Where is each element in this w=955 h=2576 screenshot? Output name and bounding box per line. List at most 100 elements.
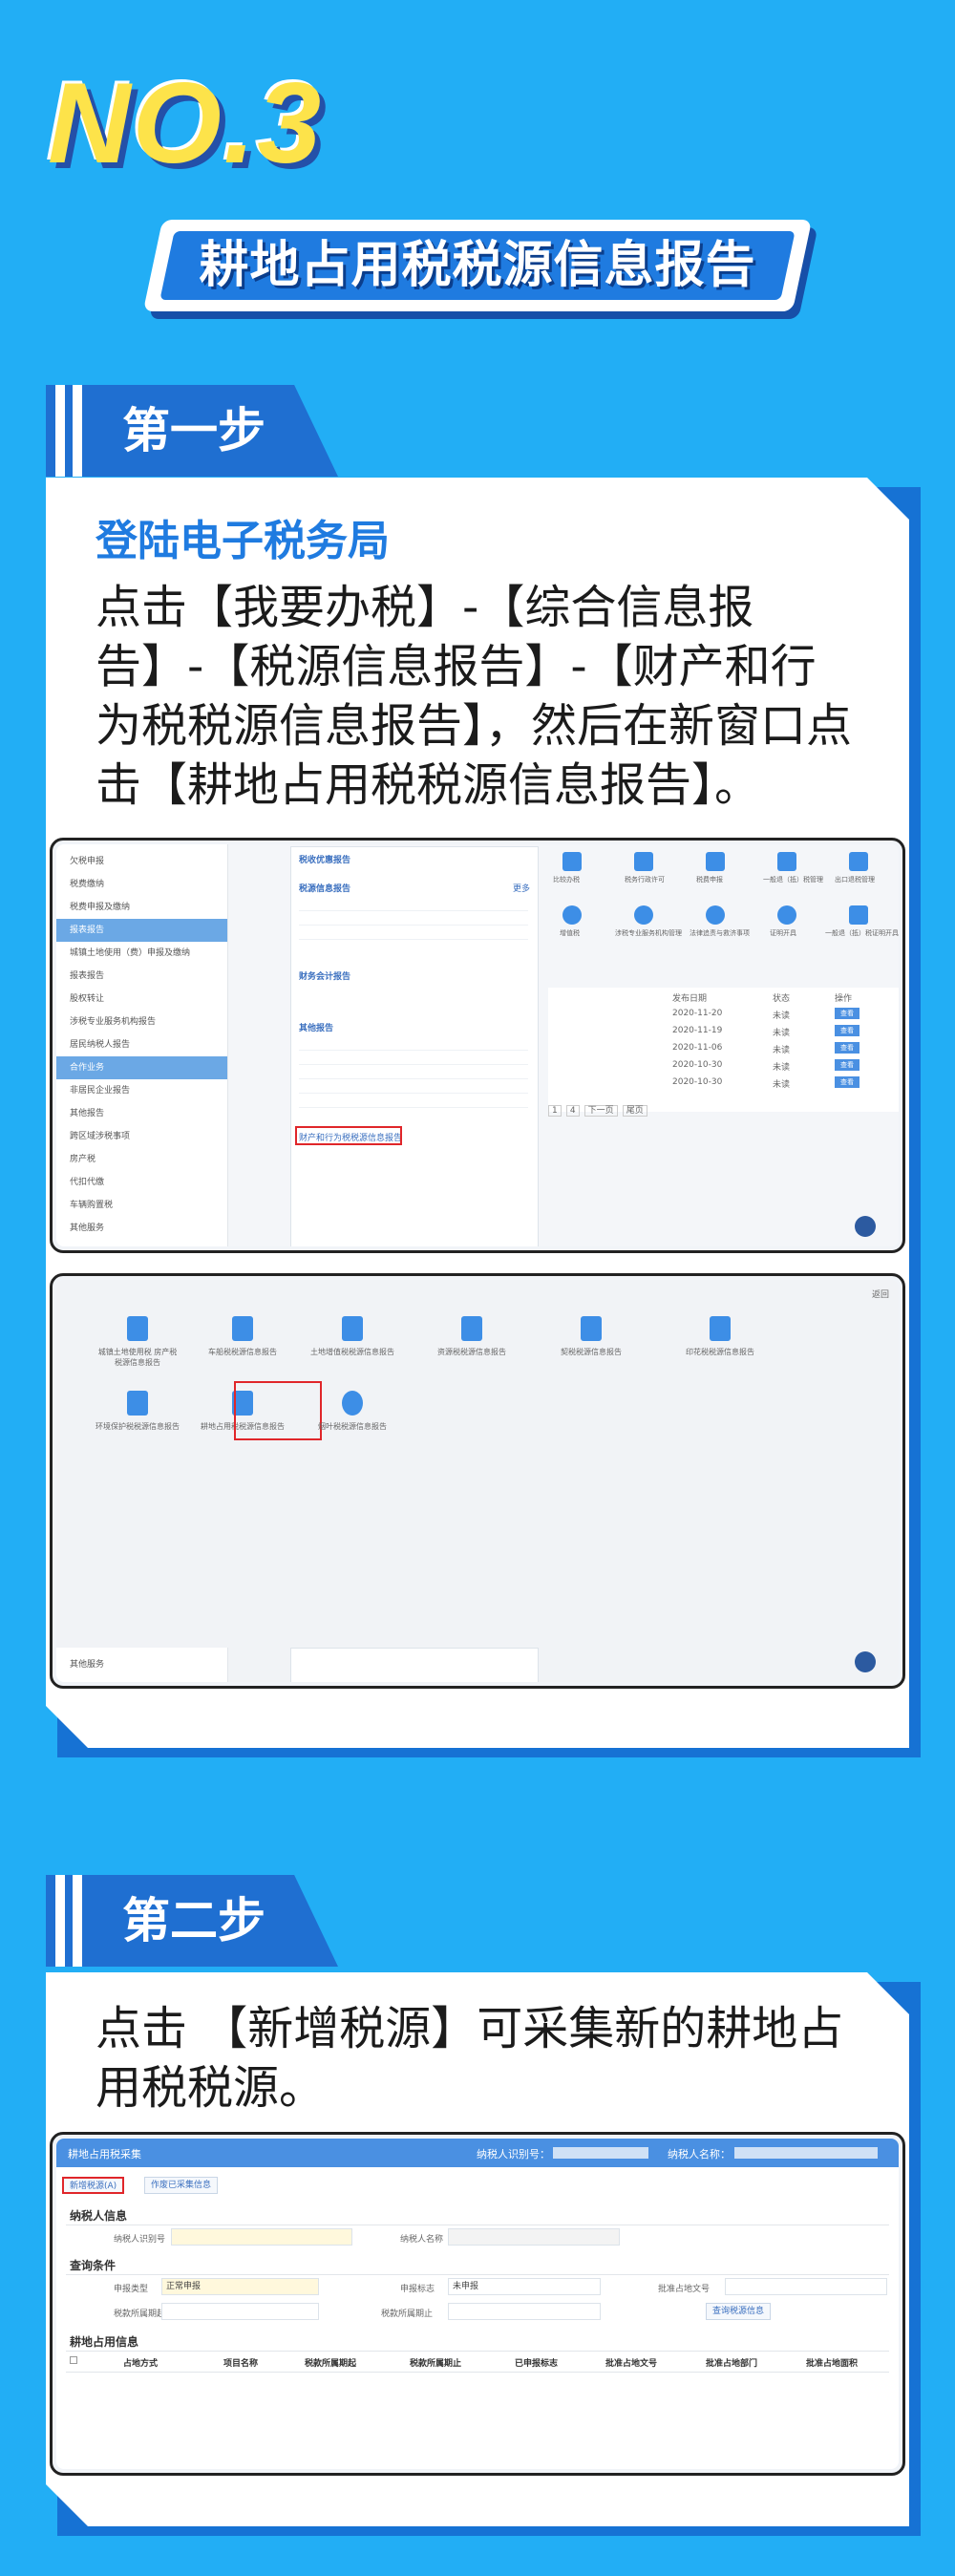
col-header: 批准占地文号 [605, 2359, 658, 2369]
tile[interactable]: 印花税税源信息报告 [677, 1309, 763, 1385]
step1-instructions: 点击【我要办税】-【综合信息报告】-【税源信息报告】-【财产和行为税税源信息报告… [96, 581, 853, 812]
quick-icon[interactable] [634, 905, 653, 925]
assistant-robot-icon[interactable] [855, 1216, 876, 1237]
name-field[interactable] [448, 2228, 620, 2246]
page-1[interactable]: 1 [548, 1105, 562, 1117]
sidebar-item[interactable]: 其他服务 [56, 1653, 227, 1676]
col-header: 税款所属期止 [410, 2359, 462, 2369]
view-button[interactable]: 查看 [835, 1076, 860, 1088]
tile[interactable]: 土地增值税税源信息报告 [309, 1309, 395, 1385]
menu-heading: 财务会计报告 [299, 972, 351, 982]
search-source-button[interactable]: 查询税源信息 [706, 2303, 772, 2320]
col-header: 批准占地部门 [706, 2359, 758, 2369]
label-decl-flag: 申报标志 [400, 2285, 435, 2294]
quick-icon[interactable] [562, 905, 582, 925]
th-date: 发布日期 [672, 994, 708, 1004]
quick-label: 增值税 [560, 929, 580, 937]
sidebar: 欠税申报 税费缴纳 税费申报及缴纳 报表报告 城镇土地使用（费）申报及缴纳 报表… [56, 844, 228, 1246]
sidebar-footer: 其他服务 [56, 1648, 228, 1682]
view-button[interactable]: 查看 [835, 1042, 860, 1054]
row-status: 未读 [773, 1046, 791, 1055]
tile[interactable]: 环境保护税税源信息报告 [95, 1383, 180, 1459]
tile[interactable]: 车船税税源信息报告 [200, 1309, 286, 1385]
decl-type-select[interactable]: 正常申报 [161, 2278, 319, 2295]
tile[interactable]: 资源税税源信息报告 [429, 1309, 515, 1385]
sidebar-item-active[interactable]: 报表报告 [56, 919, 227, 942]
label-taxno: 纳税人识别号 [114, 2235, 166, 2245]
decl-flag-select[interactable]: 未申报 [448, 2278, 601, 2295]
sidebar-item[interactable]: 欠税申报 [56, 850, 227, 873]
sidebar-item[interactable]: 房产税 [56, 1148, 227, 1171]
col-header: 批准占地面积 [806, 2359, 859, 2369]
quick-icon[interactable] [706, 852, 725, 871]
bar-chart-icon [581, 1316, 602, 1341]
quick-icon[interactable] [706, 905, 725, 925]
sidebar-item[interactable]: 车辆购置税 [56, 1194, 227, 1217]
sidebar-item[interactable]: 跨区域涉税事项 [56, 1125, 227, 1148]
menu-heading: 税源信息报告 [299, 884, 351, 894]
step2-instructions: 点击 【新增税源】可采集新的耕地占用税税源。 [96, 2002, 844, 2115]
quick-icon[interactable] [777, 905, 796, 925]
screenshot-menu: 欠税申报 税费缴纳 税费申报及缴纳 报表报告 城镇土地使用（费）申报及缴纳 报表… [50, 838, 905, 1253]
label-doc: 批准占地文号 [658, 2285, 711, 2294]
form-title: 耕地占用税采集 [68, 2148, 141, 2161]
menu-heading: 税收优惠报告 [299, 856, 351, 865]
quick-icon[interactable] [777, 852, 796, 871]
taxno-field[interactable] [171, 2228, 352, 2246]
quick-icon[interactable] [562, 852, 582, 871]
tile[interactable]: 城镇土地使用税 房产税税源信息报告 [95, 1309, 180, 1385]
sidebar-item[interactable]: 税费申报及缴纳 [56, 896, 227, 919]
edit-icon [710, 1316, 731, 1341]
add-source-button[interactable]: 新增税源(A) [62, 2177, 125, 2194]
back-link[interactable]: 返回 [872, 1288, 889, 1300]
sidebar-item[interactable]: 税费缴纳 [56, 873, 227, 896]
select-all-checkbox[interactable] [70, 2356, 77, 2364]
sidebar-item[interactable]: 涉税专业服务机构报告 [56, 1011, 227, 1033]
view-button[interactable]: 查看 [835, 1059, 860, 1071]
section-info: 耕地占用信息 [70, 2335, 139, 2349]
screenshot-tiles: 返回 城镇土地使用税 房产税税源信息报告 车船税税源信息报告 土地增值税税源信息… [50, 1273, 905, 1689]
assistant-robot-icon[interactable] [855, 1651, 876, 1672]
view-button[interactable]: 查看 [835, 1008, 860, 1019]
sidebar-item[interactable]: 股权转让 [56, 988, 227, 1011]
pie-chart-icon [342, 1391, 363, 1416]
last-page[interactable]: 尾页 [622, 1105, 647, 1117]
quick-icon[interactable] [849, 852, 868, 871]
quick-label: 一般退（抵）税管理 [763, 876, 823, 884]
sidebar-item[interactable]: 代扣代缴 [56, 1171, 227, 1194]
sidebar-item[interactable]: 其他服务 [56, 1217, 227, 1240]
quick-icon[interactable] [849, 905, 868, 925]
more-link[interactable]: 更多 [513, 882, 530, 894]
divider [66, 2274, 889, 2275]
sidebar-item[interactable]: 其他报告 [56, 1102, 227, 1125]
grid-icon [461, 1316, 482, 1341]
document-icon [232, 1316, 253, 1341]
redacted-value [734, 2147, 878, 2159]
tile[interactable]: 契税税源信息报告 [548, 1309, 634, 1385]
redacted-value [553, 2147, 648, 2159]
notice-table: 发布日期 状态 操作 2020-11-20 未读 查看 2020-11-19 未… [548, 988, 899, 1112]
end-date-field[interactable] [448, 2303, 601, 2320]
form-header-bar: 耕地占用税采集 纳税人识别号： 纳税人名称： [56, 2139, 899, 2167]
tile[interactable]: 烟叶税税源信息报告 [309, 1383, 395, 1459]
row-date: 2020-11-19 [672, 1026, 723, 1035]
sidebar-item[interactable]: 居民纳税人报告 [56, 1033, 227, 1056]
view-button[interactable]: 查看 [835, 1025, 860, 1036]
next-page[interactable]: 下一页 [584, 1105, 618, 1117]
th-status: 状态 [773, 994, 791, 1004]
quick-label: 税费申报 [696, 876, 723, 884]
quick-icons: 比较办税 税务行政许可 税费申报 一般退（抵）税管理 出口退税管理 增值税 涉税… [548, 852, 899, 967]
quick-icon[interactable] [634, 852, 653, 871]
section-number: NO.3 [48, 59, 324, 187]
sidebar-item[interactable]: 非居民企业报告 [56, 1079, 227, 1102]
start-date-field[interactable] [161, 2303, 319, 2320]
row-date: 2020-10-30 [672, 1077, 723, 1087]
sidebar-item[interactable]: 报表报告 [56, 965, 227, 988]
th-action: 操作 [835, 994, 853, 1004]
sidebar-item[interactable]: 城镇土地使用（费）申报及缴纳 [56, 942, 227, 965]
doc-field[interactable] [725, 2278, 887, 2295]
page-4[interactable]: 4 [565, 1105, 580, 1117]
sidebar-item-active[interactable]: 合作业务 [56, 1056, 227, 1079]
void-collected-button[interactable]: 作废已采集信息 [144, 2177, 219, 2194]
row-status: 未读 [773, 1080, 791, 1090]
